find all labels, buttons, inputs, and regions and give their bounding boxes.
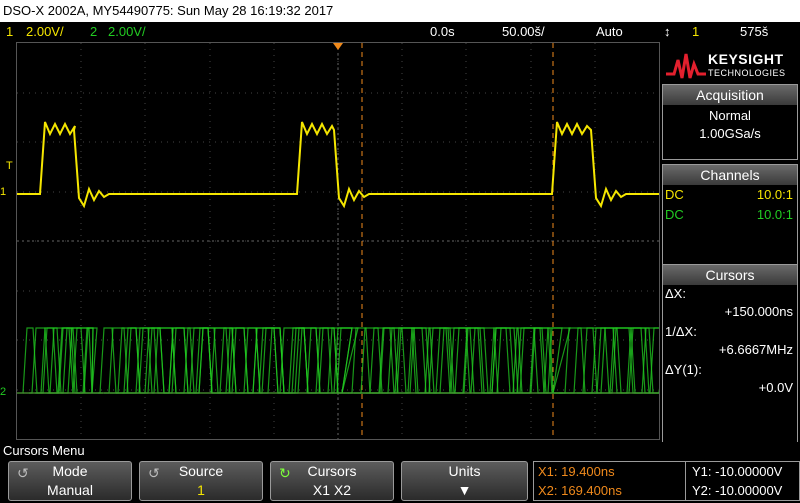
inv-dx-value: +6.6667MHz [718, 342, 793, 357]
time-position[interactable]: 0.0s [430, 22, 455, 42]
trigger-edge-icon: ↕ [664, 24, 671, 39]
y2-readout: Y2: -10.00000V [692, 483, 783, 498]
cursors-header: Cursors [663, 265, 797, 285]
acquisition-header: Acquisition [663, 85, 797, 105]
inv-dx-label: 1/ΔX: [665, 324, 697, 339]
dx-label: ΔX: [665, 286, 686, 301]
rotate-icon: ↻ [279, 465, 291, 481]
ch2-coupling: DC [665, 207, 684, 222]
down-arrow-icon: ▼ [457, 482, 472, 498]
ch2-scale[interactable]: 2.00V/ [108, 22, 146, 42]
title-bar: DSO-X 2002A, MY54490775: Sun May 28 16:1… [0, 0, 800, 22]
inverse-delta-x-readout: 1/ΔX: +6.6667MHz [663, 323, 797, 361]
trigger-source[interactable]: 1 [692, 22, 699, 42]
units-label: Units [448, 463, 481, 479]
trigger-position-marker [333, 43, 343, 50]
sample-rate: 1.00GSa/s [699, 126, 761, 141]
channel-2-row[interactable]: DC 10.0:1 [663, 205, 797, 225]
units-softkey[interactable]: Units ▼ [401, 461, 528, 501]
brand-sub: TECHNOLOGIES [708, 68, 786, 78]
timebase[interactable]: 50.00š/ [502, 22, 545, 42]
mode-softkey[interactable]: ↺ Mode Manual [8, 461, 132, 501]
cursors-softkey[interactable]: ↻ Cursors X1 X2 [270, 461, 394, 501]
channel-1-row[interactable]: DC 10.0:1 [663, 185, 797, 205]
cursor-readout: X1: 19.400ns X2: 169.400ns Y1: -10.00000… [533, 461, 800, 501]
delta-y-readout: ΔY(1): +0.0V [663, 361, 797, 399]
ch1-probe: 10.0:1 [756, 187, 793, 202]
cursors-panel[interactable]: Cursors ΔX: +150.000ns 1/ΔX: +6.6667MHz … [662, 264, 798, 442]
readout-divider [685, 462, 686, 500]
dy-value: +0.0V [758, 380, 793, 395]
rotate-icon: ↺ [148, 465, 160, 481]
y1-readout: Y1: -10.00000V [692, 464, 783, 479]
mode-value: Manual [47, 482, 93, 498]
traces [17, 121, 672, 394]
trigger-level-marker: T [6, 160, 13, 172]
waveform-display[interactable] [16, 42, 672, 440]
menu-title: Cursors Menu [0, 442, 800, 460]
acquisition-mode: Normal [709, 108, 751, 123]
right-panel: KEYSIGHT TECHNOLOGIES Acquisition Normal… [660, 42, 800, 442]
x1-readout: X1: 19.400ns [538, 464, 615, 479]
ch1-number[interactable]: 1 [6, 22, 13, 42]
trigger-level[interactable]: 575š [740, 22, 768, 42]
ch2-number[interactable]: 2 [90, 22, 97, 42]
source-value: 1 [197, 482, 205, 498]
brand-name: KEYSIGHT [708, 51, 784, 67]
x2-readout: X2: 169.400ns [538, 483, 622, 498]
source-softkey[interactable]: ↺ Source 1 [139, 461, 263, 501]
trigger-mode[interactable]: Auto [596, 22, 623, 42]
keysight-logo: KEYSIGHT TECHNOLOGIES [664, 46, 796, 84]
rotate-icon: ↺ [17, 465, 29, 481]
channels-header: Channels [663, 165, 797, 185]
dx-value: +150.000ns [724, 304, 793, 319]
waveform-svg [17, 43, 672, 439]
cursors-value: X1 X2 [312, 482, 352, 498]
ch1-ground-marker: 1 [0, 186, 7, 198]
keysight-wave-icon [666, 53, 706, 79]
ch1-coupling: DC [665, 187, 684, 202]
ch1-scale[interactable]: 2.00V/ [26, 22, 64, 42]
acquisition-panel[interactable]: Acquisition Normal 1.00GSa/s [662, 84, 798, 160]
ch2-ground-marker: 2 [0, 386, 7, 398]
status-bar: 1 2.00V/ 2 2.00V/ 0.0s 50.00š/ Auto ↕ 1 … [0, 22, 800, 42]
dy-label: ΔY(1): [665, 362, 702, 377]
ch2-probe: 10.0:1 [756, 207, 793, 222]
delta-x-readout: ΔX: +150.000ns [663, 285, 797, 323]
